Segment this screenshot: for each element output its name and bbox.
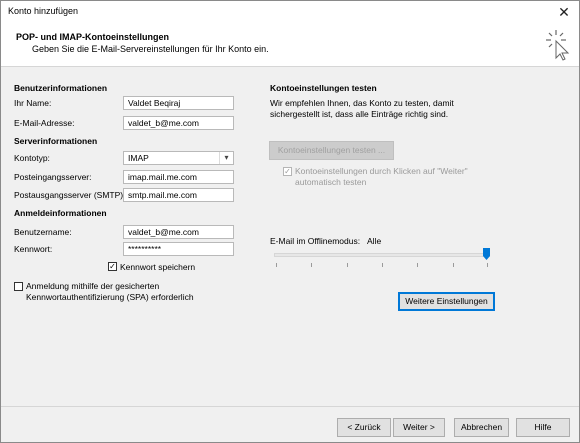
slider-tick bbox=[276, 263, 277, 267]
spa-label-line2: Kennwortauthentifizierung (SPA) erforder… bbox=[26, 292, 194, 302]
wizard-header: POP- und IMAP-Kontoeinstellungen Geben S… bbox=[1, 23, 579, 67]
spa-label-line1: Anmeldung mithilfe der gesicherten bbox=[26, 281, 160, 291]
test-desc-line2: sichergestellt ist, dass alle Einträge r… bbox=[270, 109, 449, 119]
page-title: POP- und IMAP-Kontoeinstellungen bbox=[16, 32, 169, 42]
page-subtitle: Geben Sie die E-Mail-Servereinstellungen… bbox=[32, 44, 269, 54]
email-label: E-Mail-Adresse: bbox=[14, 118, 75, 128]
more-settings-button[interactable]: Weitere Einstellungen bbox=[398, 292, 495, 311]
next-button[interactable]: Weiter > bbox=[393, 418, 445, 437]
account-type-value: IMAP bbox=[128, 153, 149, 163]
back-button[interactable]: < Zurück bbox=[337, 418, 391, 437]
user-info-heading: Benutzerinformationen bbox=[14, 83, 108, 93]
outgoing-server-field[interactable]: smtp.mail.me.com bbox=[123, 188, 234, 202]
offline-mode-value: Alle bbox=[367, 236, 382, 246]
incoming-server-field[interactable]: imap.mail.me.com bbox=[123, 170, 234, 184]
offline-mode-label: E-Mail im Offlinemodus: bbox=[270, 236, 361, 246]
sparkle-cursor-icon bbox=[546, 30, 570, 61]
close-icon[interactable]: ✕ bbox=[555, 3, 573, 21]
cancel-button[interactable]: Abbrechen bbox=[454, 418, 509, 437]
dialog-window: Konto hinzufügen ✕ POP- und IMAP-Kontoei… bbox=[0, 0, 580, 443]
email-field[interactable]: valdet_b@me.com bbox=[123, 116, 234, 130]
incoming-server-label: Posteingangsserver: bbox=[14, 172, 92, 182]
slider-tick bbox=[347, 263, 348, 267]
password-label: Kennwort: bbox=[14, 244, 53, 254]
help-button[interactable]: Hilfe bbox=[516, 418, 570, 437]
slider-tick bbox=[382, 263, 383, 267]
slider-tick bbox=[453, 263, 454, 267]
name-label: Ihr Name: bbox=[14, 98, 52, 108]
test-settings-heading: Kontoeinstellungen testen bbox=[270, 83, 377, 93]
login-info-heading: Anmeldeinformationen bbox=[14, 208, 107, 218]
offline-slider-track[interactable] bbox=[274, 253, 490, 257]
offline-slider-thumb[interactable] bbox=[483, 248, 490, 260]
auto-test-label-line1: Kontoeinstellungen durch Klicken auf "We… bbox=[295, 166, 468, 176]
account-type-label: Kontotyp: bbox=[14, 153, 50, 163]
save-password-checkbox[interactable]: ✓ bbox=[108, 262, 117, 271]
outgoing-server-label: Postausgangsserver (SMTP): bbox=[14, 190, 126, 200]
title-bar: Konto hinzufügen ✕ bbox=[1, 1, 579, 23]
server-info-heading: Serverinformationen bbox=[14, 136, 98, 146]
name-field[interactable]: Valdet Beqiraj bbox=[123, 96, 234, 110]
username-field[interactable]: valdet_b@me.com bbox=[123, 225, 234, 239]
password-field[interactable]: ********** bbox=[123, 242, 234, 256]
auto-test-checkbox[interactable]: ✓ bbox=[283, 167, 292, 176]
slider-tick bbox=[487, 263, 488, 267]
spa-checkbox[interactable] bbox=[14, 282, 23, 291]
username-label: Benutzername: bbox=[14, 227, 72, 237]
save-password-label: Kennwort speichern bbox=[120, 262, 196, 272]
test-desc-line1: Wir empfehlen Ihnen, das Konto zu testen… bbox=[270, 98, 454, 108]
auto-test-label-line2: automatisch testen bbox=[295, 177, 367, 187]
window-title: Konto hinzufügen bbox=[8, 6, 79, 16]
footer-divider bbox=[1, 406, 579, 407]
chevron-down-icon[interactable]: ▾ bbox=[219, 152, 233, 164]
slider-tick bbox=[417, 263, 418, 267]
test-settings-button[interactable]: Kontoeinstellungen testen ... bbox=[269, 141, 394, 160]
slider-tick bbox=[311, 263, 312, 267]
account-type-select[interactable]: IMAP ▾ bbox=[123, 151, 234, 165]
